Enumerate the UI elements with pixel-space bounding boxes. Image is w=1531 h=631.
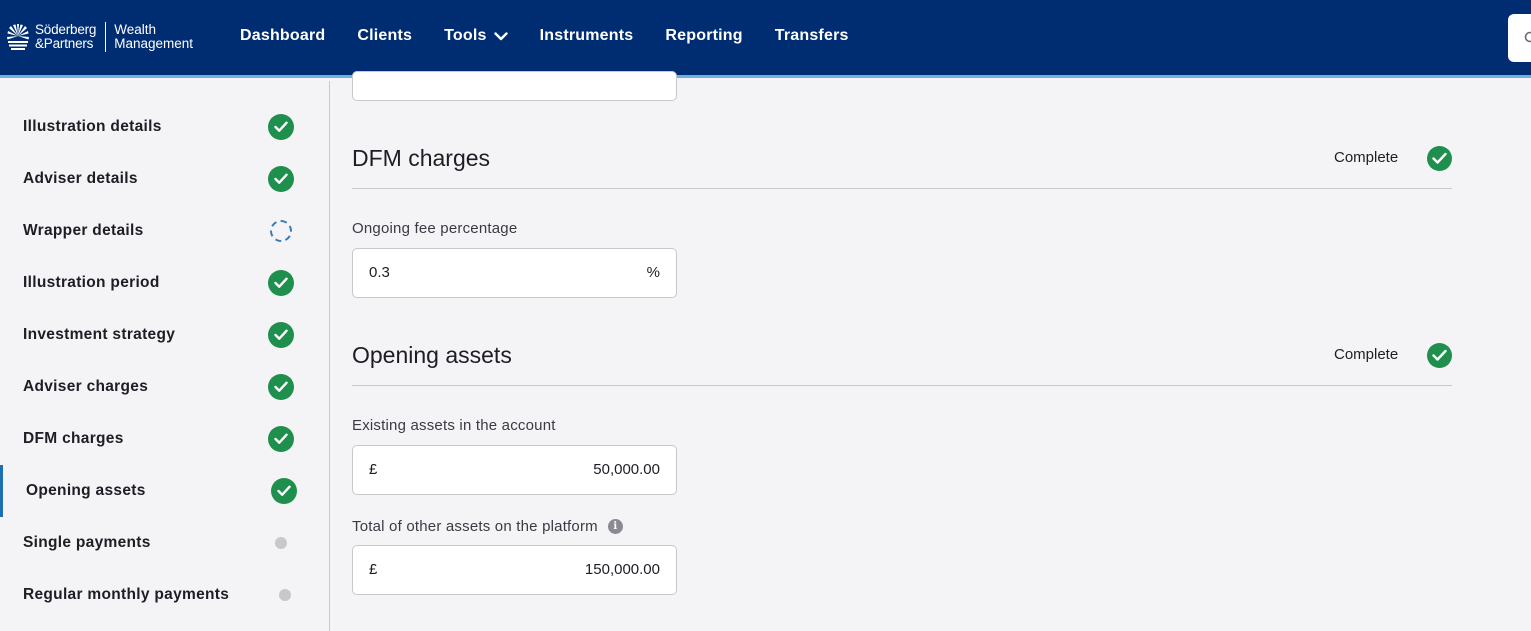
sidebar-item-illustration-period[interactable]: Illustration period [0, 257, 329, 309]
existing-assets-value: 50,000.00 [593, 461, 660, 478]
sidebar-item-label: Opening assets [26, 482, 146, 499]
complete-check-icon [268, 114, 294, 140]
not-started-dot-icon [275, 537, 287, 549]
nav-instruments-label: Instruments [539, 27, 634, 44]
nav-clients-label: Clients [357, 27, 413, 44]
step-sidebar: Illustration details Adviser details Wra… [0, 81, 330, 631]
nav-dashboard[interactable]: Dashboard [240, 27, 325, 45]
complete-check-icon [268, 270, 294, 296]
nav-transfers[interactable]: Transfers [775, 27, 849, 45]
brand-subtitle-line1: Wealth [114, 22, 157, 37]
other-assets-input[interactable]: £ 150,000.00 [352, 545, 677, 595]
sidebar-item-label: Illustration details [23, 118, 162, 135]
brand-logo[interactable]: Söderberg &Partners Wealth Management [6, 22, 193, 52]
other-assets-label-text: Total of other assets on the platform [352, 518, 598, 535]
brand-fan-icon [7, 24, 29, 50]
chevron-down-icon [493, 31, 508, 40]
nav-transfers-label: Transfers [774, 27, 849, 44]
sidebar-item-label: DFM charges [23, 430, 124, 447]
sidebar-item-label: Illustration period [23, 274, 160, 291]
section-divider [352, 188, 1452, 189]
complete-check-icon [268, 426, 294, 452]
nav-tools[interactable]: Tools [444, 27, 508, 45]
nav-tools-label: Tools [444, 27, 487, 44]
section-divider [352, 385, 1452, 386]
brand-name-line2: &Partners [35, 36, 94, 51]
brand-subtitle-line2: Management [114, 36, 194, 51]
sidebar-item-wrapper-details[interactable]: Wrapper details [0, 205, 329, 257]
sidebar-item-adviser-details[interactable]: Adviser details [0, 153, 329, 205]
sidebar-item-investment-strategy[interactable]: Investment strategy [0, 309, 329, 361]
nav-instruments[interactable]: Instruments [540, 27, 634, 45]
sidebar-item-regular-monthly-payments[interactable]: Regular monthly payments [0, 569, 329, 621]
nav-reporting-label: Reporting [665, 27, 743, 44]
ongoing-fee-input[interactable]: 0.3 % [352, 248, 677, 298]
nav-clients[interactable]: Clients [357, 27, 412, 45]
brand-subtitle: Wealth Management [114, 23, 193, 51]
dfm-status-label: Complete [1334, 149, 1399, 166]
complete-check-icon [271, 478, 297, 504]
in-progress-icon [270, 220, 292, 242]
search-icon [1524, 31, 1531, 43]
opening-status-label: Complete [1334, 346, 1399, 363]
percent-suffix: % [646, 264, 660, 281]
other-assets-label: Total of other assets on the platform i [352, 518, 623, 535]
other-assets-value: 150,000.00 [584, 561, 660, 578]
existing-assets-input[interactable]: £ 50,000.00 [352, 445, 677, 495]
sidebar-item-label: Investment strategy [23, 326, 176, 343]
section-title-dfm-charges: DFM charges [352, 145, 491, 171]
brand-name-line1: Söderberg [35, 22, 97, 37]
brand-divider [105, 22, 107, 52]
main-content: DFM charges Complete Ongoing fee percent… [331, 71, 1531, 631]
sidebar-item-illustration-details[interactable]: Illustration details [0, 101, 329, 153]
sidebar-item-label: Adviser details [23, 170, 138, 187]
top-navigation-bar: Söderberg &Partners Wealth Management Da… [0, 0, 1531, 78]
currency-prefix: £ [369, 461, 378, 478]
ongoing-fee-label: Ongoing fee percentage [352, 220, 518, 237]
section-title-opening-assets: Opening assets [352, 342, 512, 368]
sidebar-item-dfm-charges[interactable]: DFM charges [0, 413, 329, 465]
sidebar-item-adviser-charges[interactable]: Adviser charges [0, 361, 329, 413]
sidebar-item-label: Regular monthly payments [23, 586, 230, 603]
ongoing-fee-value: 0.3 [369, 264, 390, 281]
sidebar-item-label: Wrapper details [23, 222, 144, 239]
dfm-complete-check-icon [1427, 146, 1452, 171]
sidebar-item-single-payments[interactable]: Single payments [0, 517, 329, 569]
existing-assets-label: Existing assets in the account [352, 417, 556, 434]
nav-dashboard-label: Dashboard [240, 27, 326, 44]
sidebar-item-label: Single payments [23, 534, 151, 551]
complete-check-icon [268, 166, 294, 192]
complete-check-icon [268, 322, 294, 348]
complete-check-icon [268, 374, 294, 400]
opening-complete-check-icon [1427, 343, 1452, 368]
currency-prefix: £ [369, 561, 378, 578]
search-input[interactable] [1508, 14, 1531, 62]
main-nav: Dashboard Clients Tools Instruments Repo… [240, 27, 881, 45]
sidebar-item-label: Adviser charges [23, 378, 149, 395]
brand-name: Söderberg &Partners [35, 23, 96, 51]
nav-reporting[interactable]: Reporting [665, 27, 742, 45]
sidebar-item-opening-assets[interactable]: Opening assets [0, 465, 329, 517]
previous-field-input[interactable] [352, 71, 677, 101]
not-started-dot-icon [279, 589, 291, 601]
info-icon[interactable]: i [607, 519, 623, 534]
